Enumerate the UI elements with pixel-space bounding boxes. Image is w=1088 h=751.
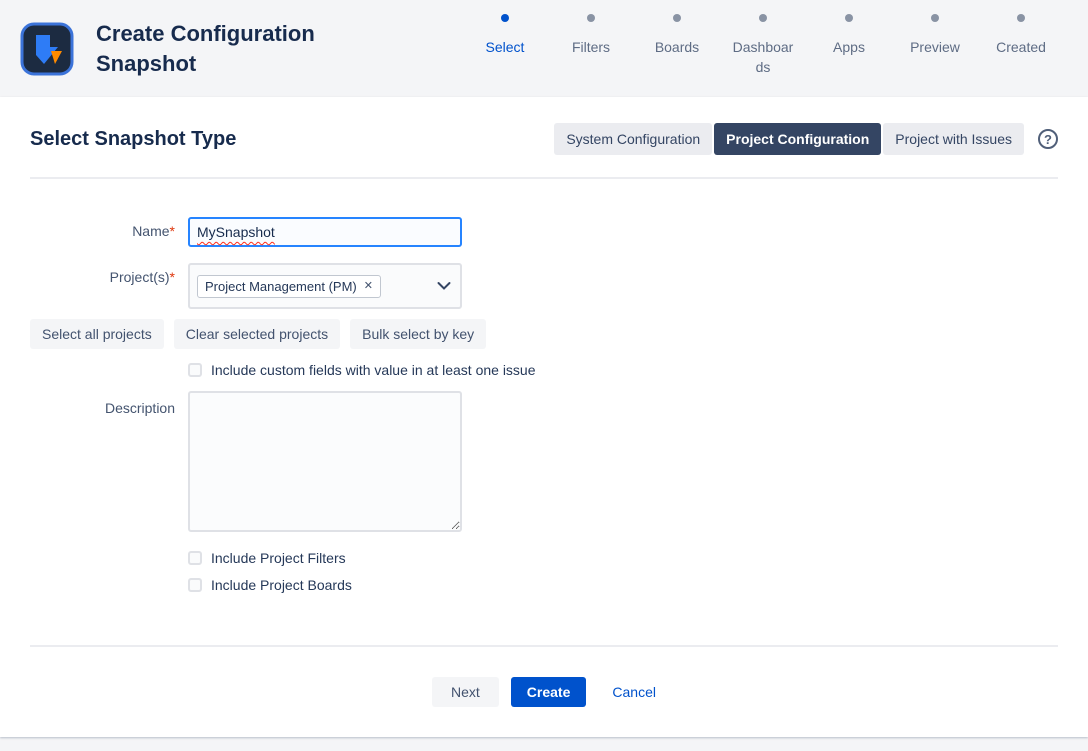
step-dot bbox=[1017, 14, 1025, 22]
project-actions-row: Select all projects Clear selected proje… bbox=[30, 319, 1058, 349]
main-panel: Select Snapshot Type System Configuratio… bbox=[0, 97, 1088, 737]
projects-row: Project(s)* Project Management (PM) ✕ bbox=[30, 263, 1058, 309]
required-mark: * bbox=[170, 269, 175, 285]
custom-fields-checkbox-row: Include custom fields with value in at l… bbox=[188, 362, 1058, 378]
name-input-value: MySnapshot bbox=[197, 224, 275, 240]
snapshot-type-tabs: System Configuration Project Configurati… bbox=[554, 123, 1024, 155]
include-boards-checkbox-row: Include Project Boards bbox=[188, 577, 1058, 593]
step-boards: Boards bbox=[634, 14, 720, 77]
heading-row: Select Snapshot Type System Configuratio… bbox=[30, 123, 1058, 155]
tab-project-configuration[interactable]: Project Configuration bbox=[714, 123, 881, 155]
description-row: Description bbox=[30, 391, 1058, 532]
description-label: Description bbox=[30, 391, 175, 532]
step-label: Created bbox=[986, 38, 1056, 58]
step-label: Select bbox=[476, 38, 535, 58]
remove-tag-icon[interactable]: ✕ bbox=[364, 281, 373, 292]
step-dot bbox=[931, 14, 939, 22]
tab-project-with-issues[interactable]: Project with Issues bbox=[883, 123, 1024, 155]
app-title: Create Configuration Snapshot bbox=[96, 19, 388, 78]
step-apps: Apps bbox=[806, 14, 892, 77]
required-mark: * bbox=[170, 223, 175, 239]
snapshot-form: Name* MySnapshot Project(s)* Project Man… bbox=[30, 217, 1058, 593]
step-label: Apps bbox=[823, 38, 875, 58]
step-label: Preview bbox=[900, 38, 970, 58]
include-boards-checkbox-label: Include Project Boards bbox=[211, 577, 352, 593]
custom-fields-checkbox-label: Include custom fields with value in at l… bbox=[211, 362, 536, 378]
name-label: Name* bbox=[30, 217, 175, 247]
step-dot bbox=[759, 14, 767, 22]
step-dot bbox=[673, 14, 681, 22]
tab-system-configuration[interactable]: System Configuration bbox=[554, 123, 712, 155]
custom-fields-checkbox[interactable] bbox=[188, 363, 202, 377]
wizard-stepper: Select Filters Boards Dashboards Apps Pr… bbox=[462, 0, 1064, 77]
next-button[interactable]: Next bbox=[432, 677, 499, 707]
select-all-projects-button[interactable]: Select all projects bbox=[30, 319, 164, 349]
include-filters-checkbox-row: Include Project Filters bbox=[188, 550, 1058, 566]
name-row: Name* MySnapshot bbox=[30, 217, 1058, 247]
include-filters-checkbox[interactable] bbox=[188, 551, 202, 565]
help-icon[interactable]: ? bbox=[1038, 129, 1058, 149]
projects-label: Project(s)* bbox=[30, 263, 175, 309]
step-dashboards: Dashboards bbox=[720, 14, 806, 77]
step-dot bbox=[845, 14, 853, 22]
create-button[interactable]: Create bbox=[511, 677, 587, 707]
step-dot bbox=[587, 14, 595, 22]
footer-actions: Next Create Cancel bbox=[30, 647, 1058, 725]
step-preview: Preview bbox=[892, 14, 978, 77]
include-filters-checkbox-label: Include Project Filters bbox=[211, 550, 346, 566]
project-tag-label: Project Management (PM) bbox=[205, 279, 357, 294]
app-logo-icon bbox=[20, 22, 74, 76]
description-textarea[interactable] bbox=[188, 391, 462, 532]
include-boards-checkbox[interactable] bbox=[188, 578, 202, 592]
page-title: Select Snapshot Type bbox=[30, 128, 236, 151]
step-label: Filters bbox=[562, 38, 620, 58]
bulk-select-by-key-button[interactable]: Bulk select by key bbox=[350, 319, 486, 349]
name-input[interactable]: MySnapshot bbox=[188, 217, 462, 247]
project-tag: Project Management (PM) ✕ bbox=[197, 275, 381, 298]
step-dot bbox=[501, 14, 509, 22]
cancel-button[interactable]: Cancel bbox=[612, 684, 656, 700]
chevron-down-icon[interactable] bbox=[437, 282, 451, 291]
step-label: Dashboards bbox=[720, 38, 806, 77]
projects-multiselect[interactable]: Project Management (PM) ✕ bbox=[188, 263, 462, 309]
step-created: Created bbox=[978, 14, 1064, 77]
app-header: Create Configuration Snapshot Select Fil… bbox=[0, 0, 1088, 97]
step-label: Boards bbox=[645, 38, 709, 58]
heading-divider bbox=[30, 177, 1058, 179]
step-filters: Filters bbox=[548, 14, 634, 77]
step-select: Select bbox=[462, 14, 548, 77]
clear-selected-projects-button[interactable]: Clear selected projects bbox=[174, 319, 340, 349]
